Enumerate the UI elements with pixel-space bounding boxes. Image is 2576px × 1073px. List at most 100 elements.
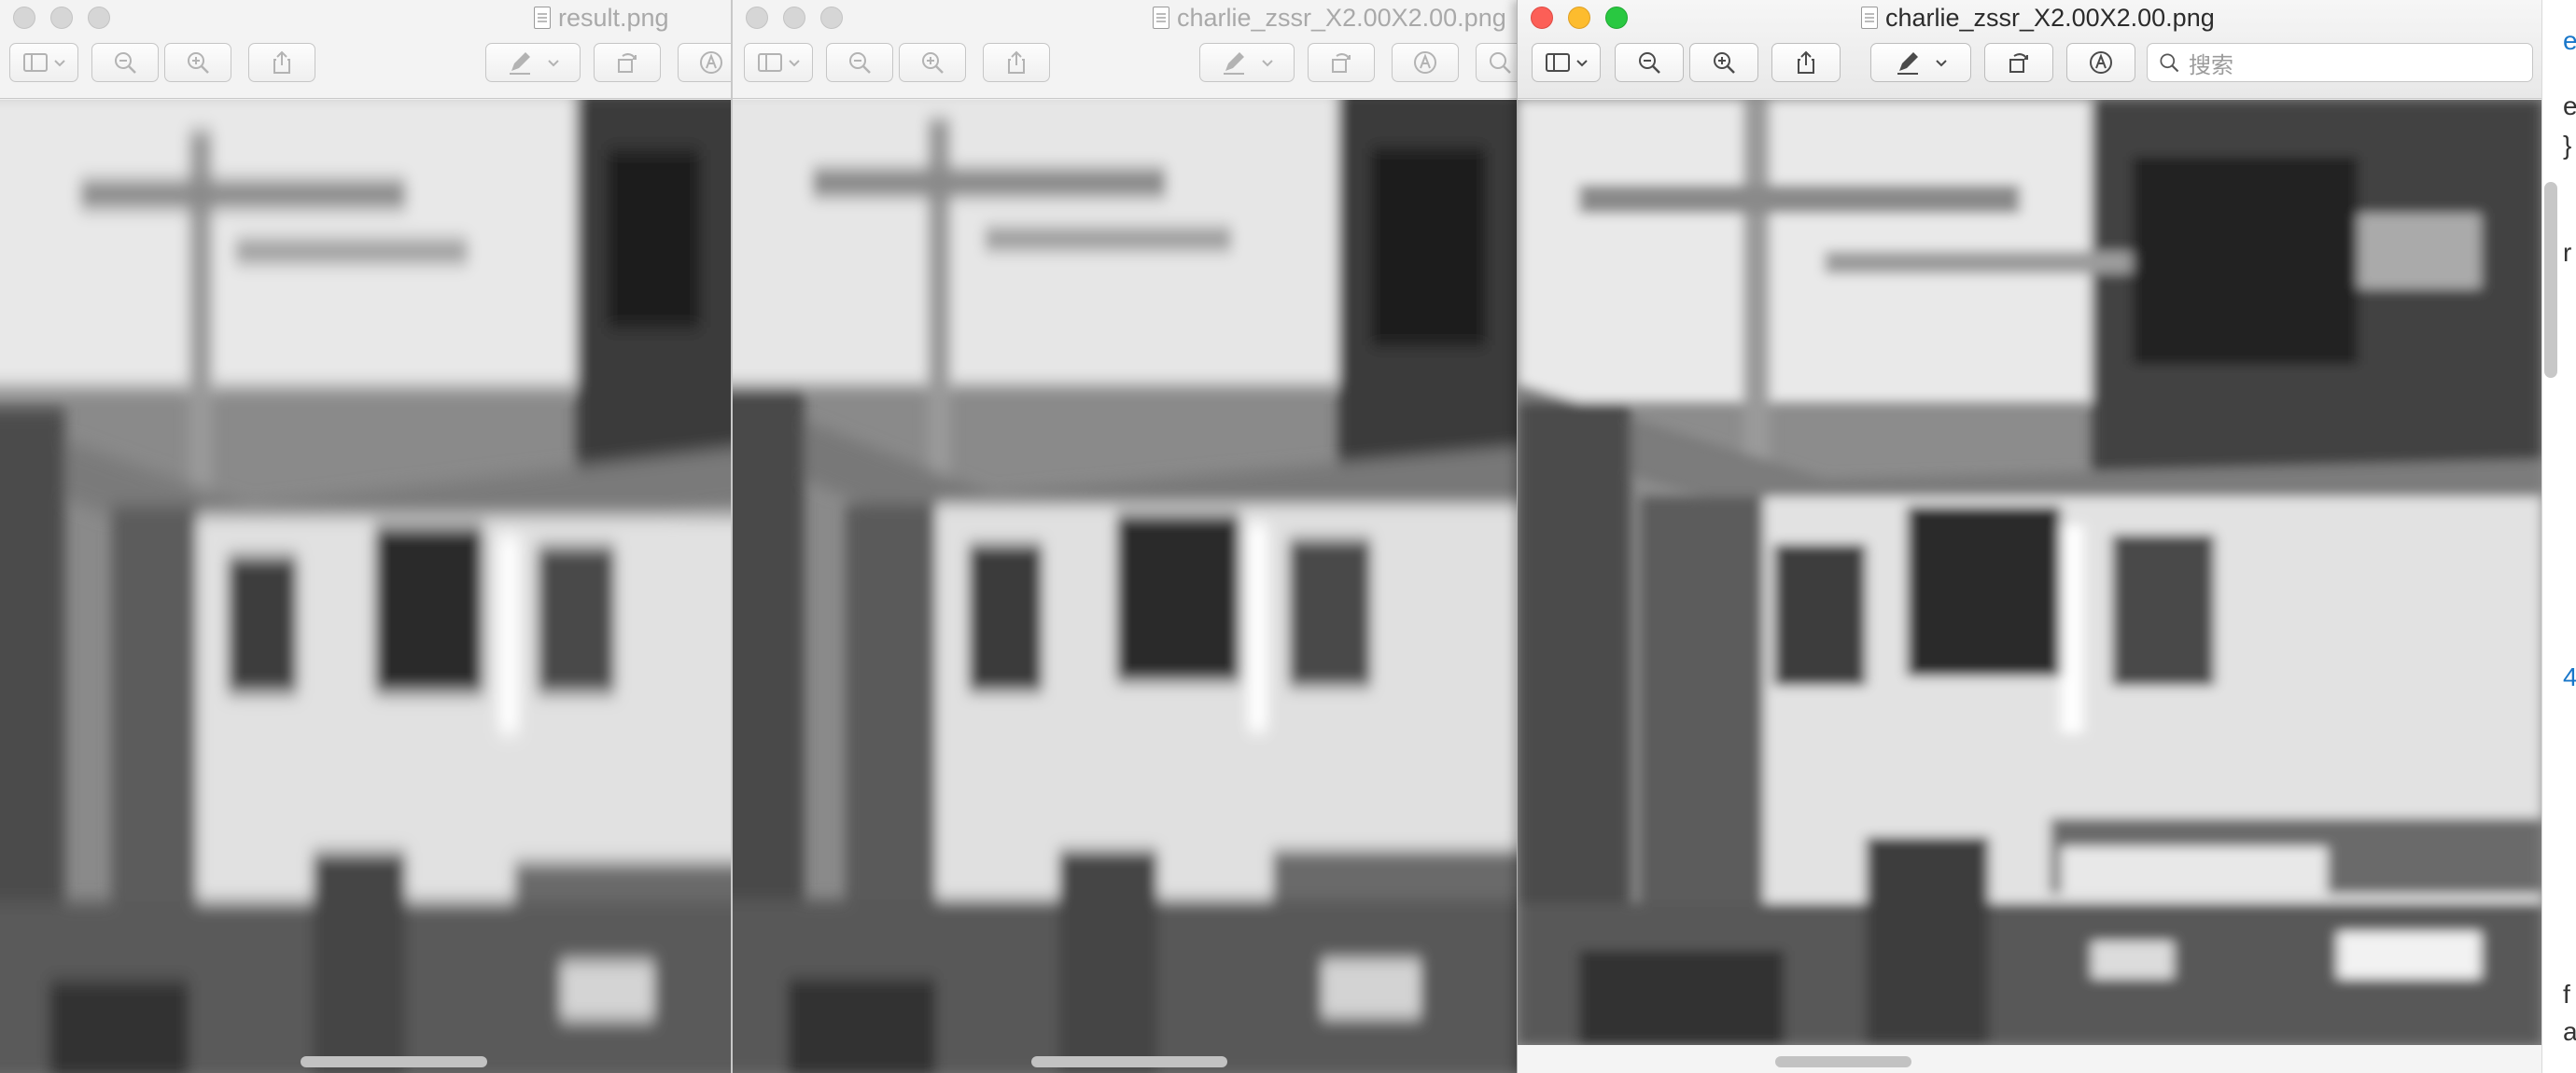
house-photo <box>733 100 1517 1073</box>
window-title-text: charlie_zssr_X2.00X2.00.png <box>1177 3 1506 32</box>
close-button[interactable] <box>746 7 768 29</box>
window-title: result.png <box>534 4 669 32</box>
sidebar-icon <box>23 53 48 72</box>
share-button[interactable] <box>983 43 1050 82</box>
preview-window-active[interactable]: charlie_zssr_X2.00X2.00.png 搜索 <box>1517 0 2541 1073</box>
chevron-down-icon <box>1262 60 1273 67</box>
zoom-button[interactable] <box>88 7 110 29</box>
zoom-in-icon <box>1714 52 1735 74</box>
image-canvas[interactable] <box>0 100 731 1073</box>
preview-window-result[interactable]: result.png <box>0 0 731 1073</box>
search-field[interactable]: 搜索 <box>2147 43 2533 82</box>
horizontal-scrollbar[interactable] <box>1775 1056 1911 1067</box>
document-icon <box>534 7 551 29</box>
background-text: e <box>2563 26 2576 55</box>
image-canvas[interactable] <box>1518 100 2541 1045</box>
house-photo <box>1518 100 2541 1045</box>
share-icon <box>273 50 290 74</box>
sidebar-button[interactable] <box>744 43 813 82</box>
house-photo <box>0 100 731 1073</box>
search-field-clipped[interactable] <box>1476 43 1517 82</box>
titlebar[interactable]: result.png <box>0 0 731 99</box>
pen-icon <box>510 52 530 75</box>
rotate-icon <box>2009 53 2028 73</box>
zoom-button[interactable] <box>820 7 843 29</box>
background-editor-edge: e e } r 4 f a <box>2541 0 2576 1073</box>
close-button[interactable] <box>13 7 35 29</box>
zoom-out-button[interactable] <box>91 43 159 82</box>
rotate-button[interactable] <box>1308 43 1375 82</box>
annotate-button[interactable] <box>2066 43 2135 82</box>
window-controls <box>1531 7 1628 29</box>
scroll-track <box>1518 1045 2541 1073</box>
zoom-out-icon <box>849 52 871 74</box>
share-button[interactable] <box>1771 43 1841 82</box>
sidebar-icon <box>758 53 782 72</box>
zoom-in-icon <box>188 52 209 74</box>
pen-icon <box>1897 52 1918 75</box>
background-text: r <box>2563 238 2572 267</box>
preview-window-middle[interactable]: charlie_zssr_X2.00X2.00.png <box>731 0 1517 1073</box>
chevron-down-icon <box>54 60 65 67</box>
zoom-out-icon <box>115 52 136 74</box>
background-text: 4 <box>2563 662 2576 691</box>
share-button[interactable] <box>248 43 315 82</box>
window-controls <box>746 7 843 29</box>
window-title-text: charlie_zssr_X2.00X2.00.png <box>1885 3 2215 32</box>
background-text: a <box>2563 1017 2576 1046</box>
chevron-down-icon <box>1576 60 1588 67</box>
zoom-button[interactable] <box>1605 7 1628 29</box>
annotate-button[interactable] <box>678 43 731 82</box>
desktop: result.png charlie_zssr_X2.00X2.00.png c… <box>0 0 2576 1073</box>
document-icon <box>1153 7 1169 29</box>
horizontal-scrollbar[interactable] <box>1031 1056 1227 1067</box>
markup-button[interactable] <box>485 43 581 82</box>
annotate-icon <box>700 51 722 74</box>
search-placeholder: 搜索 <box>2189 52 2233 78</box>
window-controls <box>13 7 110 29</box>
image-preview <box>1518 100 2541 1045</box>
rotate-icon <box>1332 53 1351 73</box>
zoom-in-button[interactable] <box>899 43 966 82</box>
background-text: } <box>2563 131 2572 160</box>
chevron-down-icon <box>789 60 800 67</box>
share-icon <box>1008 50 1025 74</box>
minimize-button[interactable] <box>783 7 805 29</box>
zoom-in-icon <box>922 52 944 74</box>
minimize-button[interactable] <box>50 7 73 29</box>
sidebar-button[interactable] <box>9 43 78 82</box>
zoom-out-button[interactable] <box>1615 43 1684 82</box>
zoom-out-button[interactable] <box>826 43 893 82</box>
document-icon <box>1861 7 1878 29</box>
image-preview <box>733 100 1517 1073</box>
titlebar[interactable]: charlie_zssr_X2.00X2.00.png <box>1518 0 2541 99</box>
window-title-text: result.png <box>558 3 669 32</box>
share-icon <box>1798 50 1814 74</box>
search-icon <box>1490 52 1511 74</box>
zoom-out-icon <box>1639 52 1660 74</box>
markup-button[interactable] <box>1870 43 1971 82</box>
annotate-button[interactable] <box>1392 43 1459 82</box>
vertical-scrollbar[interactable] <box>2544 182 2557 378</box>
chevron-down-icon <box>548 60 559 67</box>
image-preview <box>0 100 731 1073</box>
annotate-icon <box>2090 51 2112 74</box>
sidebar-icon <box>1546 53 1570 72</box>
titlebar[interactable]: charlie_zssr_X2.00X2.00.png <box>733 0 1517 99</box>
image-canvas[interactable] <box>733 100 1517 1073</box>
rotate-button[interactable] <box>594 43 661 82</box>
rotate-button[interactable] <box>1984 43 2053 82</box>
background-text: e <box>2563 91 2576 120</box>
zoom-in-button[interactable] <box>164 43 231 82</box>
minimize-button[interactable] <box>1568 7 1590 29</box>
sidebar-button[interactable] <box>1532 43 1601 82</box>
annotate-icon <box>1414 51 1436 74</box>
pen-icon <box>1224 52 1244 75</box>
chevron-down-icon <box>1936 60 1947 67</box>
zoom-in-button[interactable] <box>1689 43 1758 82</box>
window-title: charlie_zssr_X2.00X2.00.png <box>1861 4 2215 32</box>
rotate-icon <box>618 53 637 73</box>
close-button[interactable] <box>1531 7 1553 29</box>
horizontal-scrollbar[interactable] <box>301 1056 487 1067</box>
markup-button[interactable] <box>1199 43 1295 82</box>
